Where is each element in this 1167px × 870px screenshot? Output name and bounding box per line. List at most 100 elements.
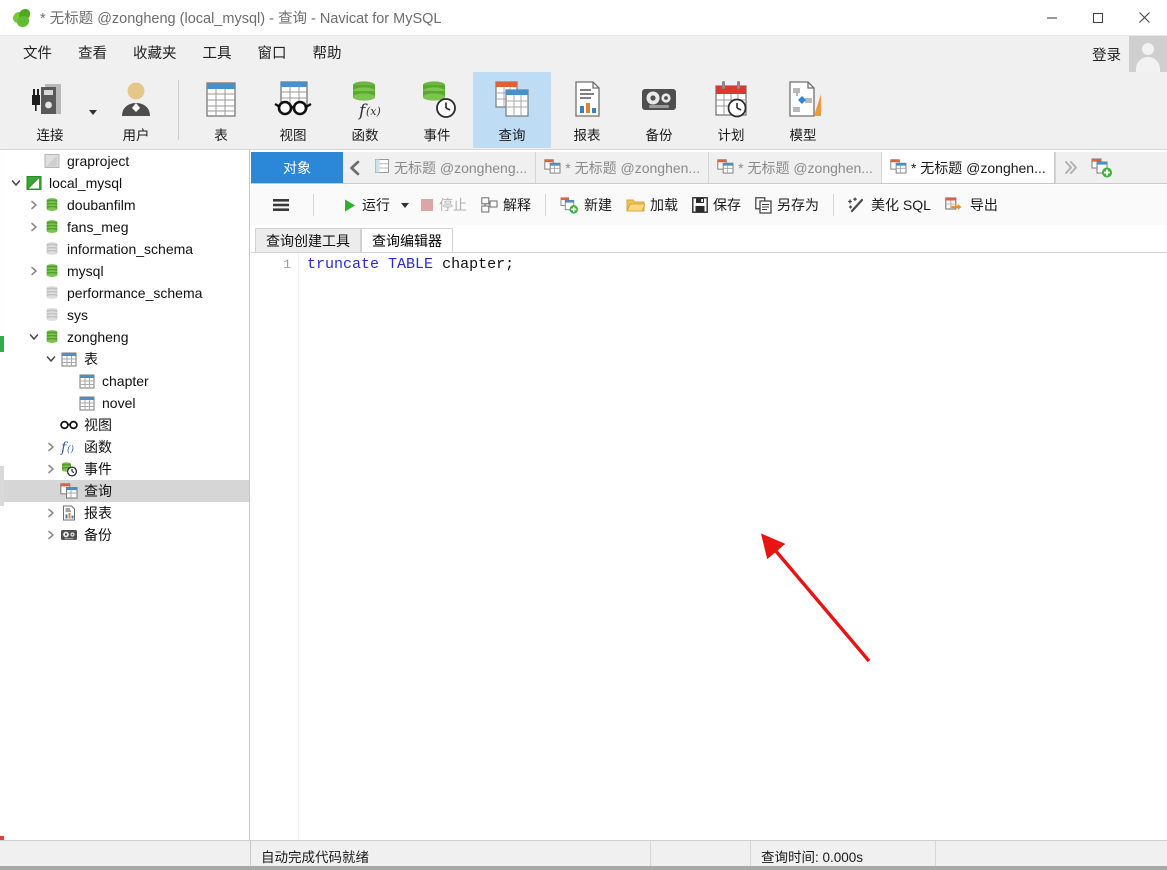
connection-icon [28,77,72,123]
chevron-right-double-icon [1064,161,1077,174]
beautify-sql-button[interactable]: 美化 SQL [841,191,938,219]
toolbar-button-schedule[interactable]: 计划 [695,72,767,148]
tree-node-reports-folder[interactable]: 报表 [4,502,249,524]
chevron-right-icon[interactable] [26,219,42,235]
tab-objects[interactable]: 对象 [251,152,343,183]
tree-node-backups-folder[interactable]: 备份 [4,524,249,546]
tree-node-information-schema[interactable]: information_schema [4,238,249,260]
floppy-save-icon [692,197,708,213]
connection-dropdown-caret-icon[interactable] [86,72,100,148]
new-query-plus-icon [560,196,578,214]
toolbar-button-function[interactable]: f (x) 函数 [329,72,401,148]
tree-node-mysql[interactable]: mysql [4,260,249,282]
new-button[interactable]: 新建 [553,191,619,219]
run-dropdown-caret-icon[interactable] [401,202,409,208]
chevron-down-icon[interactable] [26,329,42,345]
menu-favorites[interactable]: 收藏夹 [120,36,190,72]
chevron-right-icon[interactable] [26,263,42,279]
tab-scroll-right-button[interactable] [1054,152,1085,183]
stop-square-icon [421,199,433,211]
menu-view[interactable]: 查看 [65,36,120,72]
query-icon [717,158,734,177]
tree-node-table-chapter[interactable]: chapter [4,370,249,392]
minimize-button[interactable] [1029,0,1075,36]
toolbar-label-query: 查询 [498,128,526,143]
db-gray-icon [42,284,62,302]
table-icon [77,394,97,412]
tree-node-events-folder[interactable]: 事件 [4,458,249,480]
svg-text:(): () [67,444,75,455]
new-query-tab-button[interactable] [1084,152,1119,183]
tree-node-views-folder[interactable]: 视图 [4,414,249,436]
menu-window[interactable]: 窗口 [245,36,300,72]
menu-bar: 文件 查看 收藏夹 工具 窗口 帮助 登录 [0,36,1167,72]
tree-node-performance-schema[interactable]: performance_schema [4,282,249,304]
subtab-query-editor[interactable]: 查询编辑器 [361,228,453,252]
load-button[interactable]: 加载 [619,191,685,219]
query-menu-button[interactable] [265,191,297,219]
new-label: 新建 [584,197,612,213]
tree-node-zongheng[interactable]: zongheng [4,326,249,348]
menu-help[interactable]: 帮助 [300,36,355,72]
tree-node-functions-folder[interactable]: f () 函数 [4,436,249,458]
explain-button[interactable]: 解释 [474,191,538,219]
tree-node-local-mysql[interactable]: local_mysql [4,172,249,194]
chevron-right-icon[interactable] [43,461,59,477]
toolbar-button-backup[interactable]: 备份 [623,72,695,148]
db-green-icon [42,328,62,346]
tree-node-doubanfilm[interactable]: doubanfilm [4,194,249,216]
connection-gray-icon [42,152,62,170]
toolbar-button-report[interactable]: 报表 [551,72,623,148]
database-navigator-tree[interactable]: graproject local_mysql doubanfilm fans_m… [4,150,250,840]
maximize-button[interactable] [1075,0,1121,36]
window-bottom-edge [0,866,1167,870]
save-button[interactable]: 保存 [685,191,748,219]
toolbar-label-event: 事件 [423,128,451,143]
document-tab-3[interactable]: * 无标题 @zonghen... [709,152,882,183]
chevron-right-icon[interactable] [43,439,59,455]
chevron-right-icon[interactable] [43,505,59,521]
document-tab-2[interactable]: * 无标题 @zonghen... [536,152,710,183]
user-avatar[interactable] [1129,36,1167,72]
toolbar-button-query[interactable]: 查询 [473,72,551,148]
tree-label: 视图 [84,417,112,433]
query-icon [59,482,79,500]
close-button[interactable] [1121,0,1167,36]
query-toolbar: 运行 停止 解释 新建 加载 保存 另存为 美化 SQL 导出 [251,185,1167,225]
tree-node-table-novel[interactable]: novel [4,392,249,414]
tree-node-graproject[interactable]: graproject [4,150,249,172]
save-as-button[interactable]: 另存为 [748,191,826,219]
login-link[interactable]: 登录 [1092,44,1121,65]
document-tab-1[interactable]: 无标题 @zongheng... [367,152,537,183]
event-clock-icon [59,460,79,478]
export-button[interactable]: 导出 [938,191,1005,219]
toolbar-button-table[interactable]: 表 [185,72,257,148]
tree-node-tables-folder[interactable]: 表 [4,348,249,370]
toolbar-button-connection[interactable]: 连接 [14,72,86,148]
tree-node-fans-meg[interactable]: fans_meg [4,216,249,238]
tree-node-sys[interactable]: sys [4,304,249,326]
db-green-icon [42,218,62,236]
run-button[interactable]: 运行 [335,191,397,219]
toolbar-button-view[interactable]: 视图 [257,72,329,148]
document-tab-strip: 对象 无标题 @zongheng... * 无标题 @zonghen... * … [251,152,1167,184]
tree-label: performance_schema [67,285,203,301]
menu-tools[interactable]: 工具 [190,36,245,72]
chevron-right-icon[interactable] [26,197,42,213]
query-toolbar-divider-2 [545,194,546,216]
tree-label: graproject [67,153,130,169]
tab-scroll-left-button[interactable] [343,152,367,183]
subtab-query-builder[interactable]: 查询创建工具 [255,228,361,252]
chevron-down-icon[interactable] [43,351,59,367]
sql-editor[interactable]: 1 truncate TABLE chapter; [251,252,1167,840]
document-tab-4-active[interactable]: * 无标题 @zonghen... [881,152,1055,183]
toolbar-button-event[interactable]: 事件 [401,72,473,148]
tree-node-queries-folder[interactable]: 查询 [4,480,249,502]
toolbar-button-user[interactable]: 用户 [100,72,172,148]
toolbar-button-model[interactable]: 模型 [767,72,839,148]
chevron-right-icon[interactable] [43,527,59,543]
menu-file[interactable]: 文件 [10,36,65,72]
chevron-down-icon[interactable] [8,175,24,191]
run-label: 运行 [362,197,390,213]
tree-label: 函数 [84,439,112,455]
